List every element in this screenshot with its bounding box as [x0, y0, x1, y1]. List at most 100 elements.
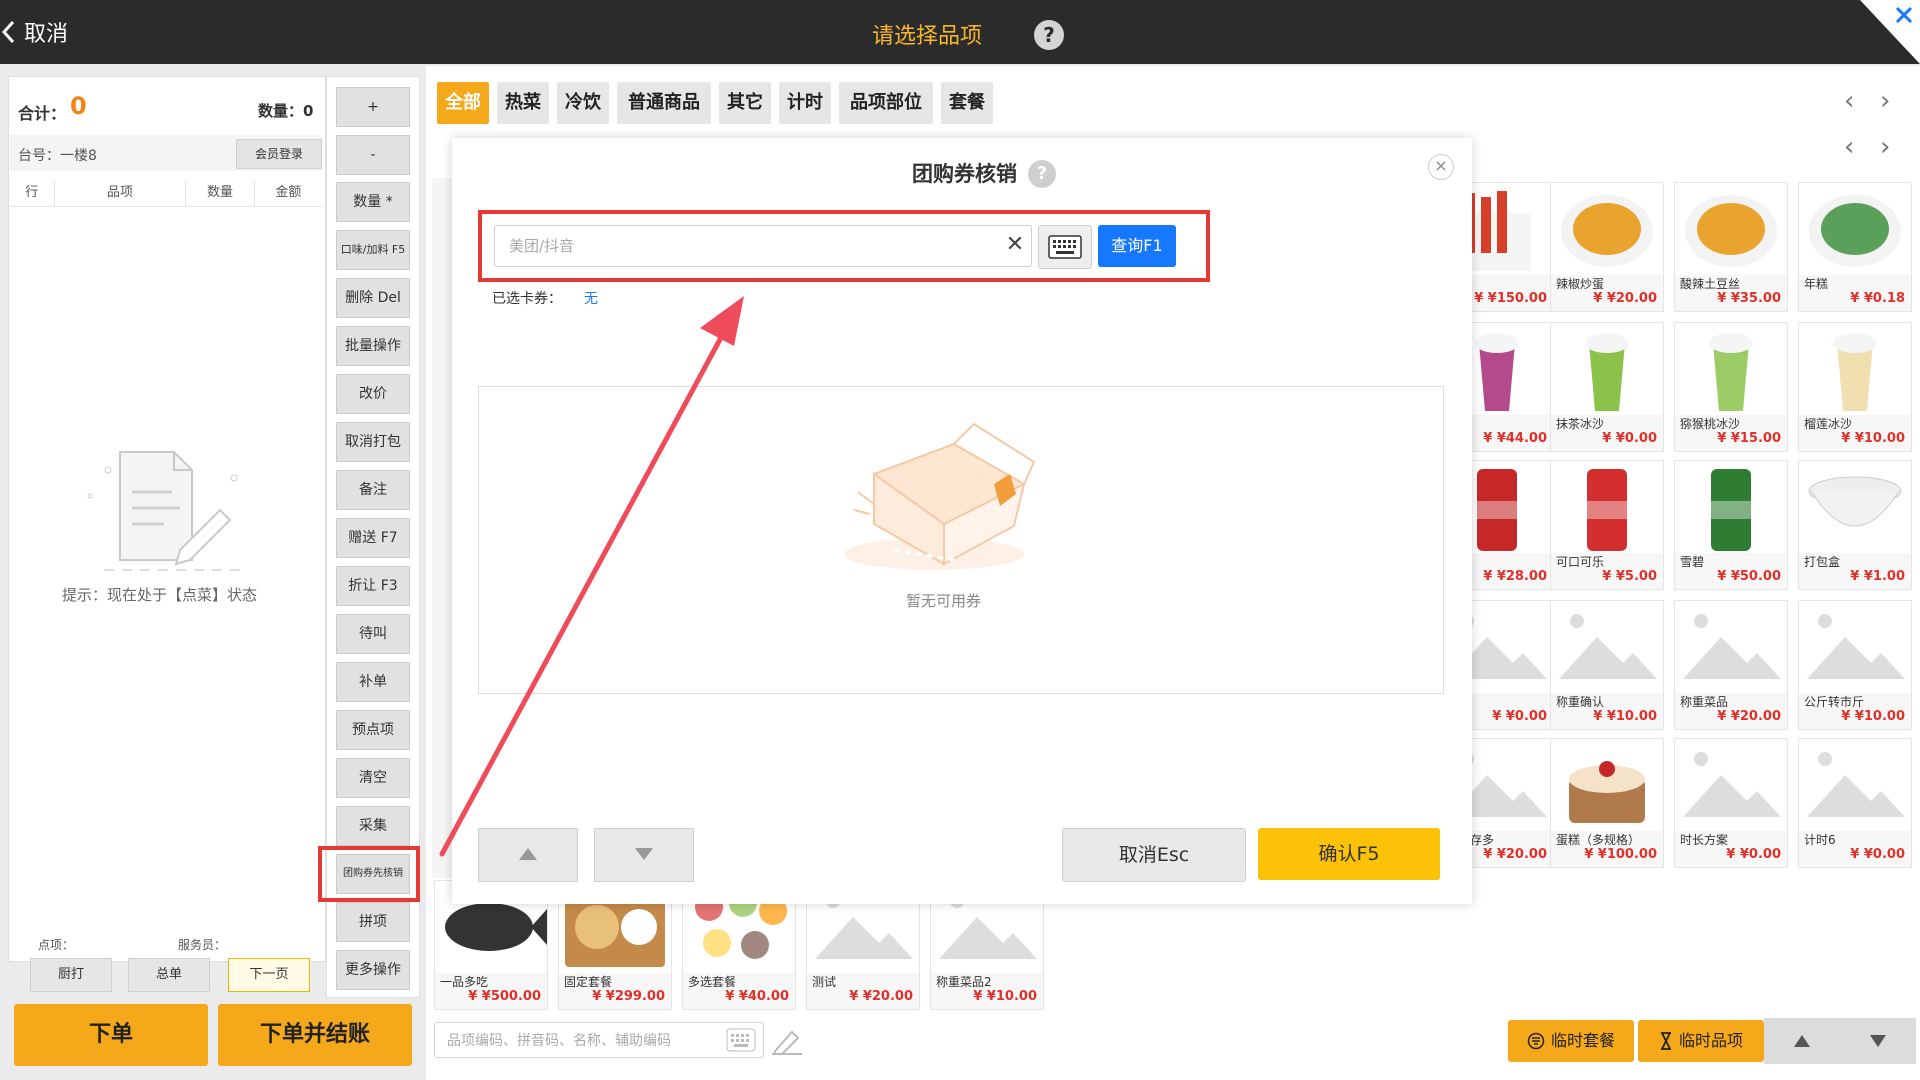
category-timing[interactable]: 计时 — [779, 82, 831, 124]
category-parts[interactable]: 品项部位 — [839, 82, 933, 124]
cancel-button[interactable]: 取消Esc — [1062, 828, 1246, 882]
change-price-button[interactable]: 改价 — [336, 374, 410, 414]
product-name: 固定套餐 — [564, 975, 613, 989]
next-page-icon[interactable]: › — [1880, 132, 1890, 162]
column-header: 金额 — [275, 185, 302, 200]
more-actions-button[interactable]: 更多操作 — [336, 950, 410, 990]
hourglass-icon — [1660, 1032, 1671, 1050]
total-value: 0 — [70, 92, 87, 120]
product-card[interactable]: 时长方案 ¥ ¥0.00 — [1674, 738, 1788, 868]
product-name: 可口可乐 — [1556, 555, 1605, 569]
temp-package-button[interactable]: 临时套餐 — [1508, 1020, 1634, 1062]
quantity-label: 数量：0 — [258, 102, 314, 120]
empty-document-icon — [87, 451, 244, 571]
product-card[interactable]: 可口可乐 ¥ ¥5.00 — [1550, 460, 1664, 590]
query-button[interactable]: 查询F1 — [1098, 225, 1176, 267]
preorder-button[interactable]: 预点项 — [336, 710, 410, 750]
category-all[interactable]: 全部 — [437, 82, 489, 124]
scroll-up-button[interactable] — [1764, 1018, 1840, 1064]
product-price: ¥ ¥10.00 — [1841, 431, 1905, 446]
submit-order-button[interactable]: 下单 — [14, 1004, 208, 1066]
close-icon[interactable] — [1860, 0, 1920, 64]
collect-button[interactable]: 采集 — [336, 806, 410, 846]
gift-button[interactable]: 赠送 F7 — [336, 518, 410, 558]
product-card[interactable]: 蛋糕（多规格） ¥ ¥100.00 — [1550, 738, 1664, 868]
quantity-button[interactable]: 数量 * — [336, 182, 410, 222]
product-card[interactable]: 年糕 ¥ ¥0.18 — [1798, 182, 1912, 312]
product-card[interactable]: 酸辣土豆丝 ¥ ¥35.00 — [1674, 182, 1788, 312]
image-placeholder-icon — [1675, 739, 1787, 831]
keyboard-button[interactable] — [1038, 225, 1092, 269]
kitchen-print-button[interactable]: 厨打 — [30, 958, 112, 992]
product-price: ¥ ¥20.00 — [849, 989, 913, 1004]
member-login-button[interactable]: 会员登录 — [236, 139, 322, 169]
product-name: 年糕 — [1804, 277, 1829, 291]
product-price: ¥ ¥35.00 — [1717, 291, 1781, 306]
product-price: ¥ ¥0.00 — [1850, 847, 1905, 862]
help-icon[interactable]: ? — [1034, 20, 1064, 50]
remark-button[interactable]: 备注 — [336, 470, 410, 510]
product-price: ¥ ¥20.00 — [1483, 847, 1547, 862]
waiter-label: 服务员： — [178, 938, 227, 952]
clear-button[interactable]: 清空 — [336, 758, 410, 798]
cancel-pack-button[interactable]: 取消打包 — [336, 422, 410, 462]
prev-category-icon[interactable]: ‹ — [1844, 86, 1854, 116]
temp-item-button[interactable]: 临时品项 — [1638, 1020, 1764, 1062]
product-card[interactable]: 雪碧 ¥ ¥50.00 — [1674, 460, 1788, 590]
product-card[interactable]: 抹茶冰沙 ¥ ¥0.00 — [1550, 322, 1664, 452]
coupon-code-input[interactable] — [494, 225, 1032, 267]
submit-and-pay-button[interactable]: 下单并结账 — [218, 1004, 412, 1066]
confirm-button[interactable]: 确认F5 — [1258, 828, 1440, 880]
product-card[interactable]: 称重确认 ¥ ¥10.00 — [1550, 600, 1664, 730]
product-card[interactable]: 公斤转市斤 ¥ ¥10.00 — [1798, 600, 1912, 730]
category-cold-drink[interactable]: 冷饮 — [557, 82, 609, 124]
product-card[interactable]: 计时6 ¥ ¥0.00 — [1798, 738, 1912, 868]
page-up-button[interactable] — [478, 828, 578, 882]
plus-button[interactable]: + — [336, 87, 410, 127]
product-card[interactable]: 榴莲冰沙 ¥ ¥10.00 — [1798, 322, 1912, 452]
category-package[interactable]: 套餐 — [941, 82, 993, 124]
prev-page-icon[interactable]: ‹ — [1844, 132, 1854, 162]
scroll-down-button[interactable] — [1840, 1018, 1916, 1064]
flavor-button[interactable]: 口味/加料 F5 — [336, 230, 410, 270]
product-image — [1675, 323, 1787, 415]
product-search-input[interactable]: 品项编码、拼音码、名称、辅助编码 — [434, 1022, 764, 1058]
supplement-button[interactable]: 补单 — [336, 662, 410, 702]
product-image — [1551, 323, 1663, 415]
handwriting-icon[interactable] — [770, 1026, 804, 1056]
product-card[interactable]: 辣椒炒蛋 ¥ ¥20.00 — [1550, 182, 1664, 312]
delete-button[interactable]: 删除 Del — [336, 278, 410, 318]
product-price: ¥ ¥10.00 — [973, 989, 1037, 1004]
discount-button[interactable]: 折让 F3 — [336, 566, 410, 606]
clear-input-icon[interactable]: ✕ — [1004, 234, 1026, 256]
hold-button[interactable]: 待叫 — [336, 614, 410, 654]
combine-button[interactable]: 拼项 — [336, 902, 410, 942]
category-hot[interactable]: 热菜 — [497, 82, 549, 124]
product-name: 打包盒 — [1804, 555, 1841, 569]
product-image — [1799, 461, 1911, 553]
minus-button[interactable]: - — [336, 135, 410, 175]
empty-tip: 提示：现在处于【点菜】状态 — [62, 586, 258, 604]
category-other[interactable]: 其它 — [719, 82, 771, 124]
product-card[interactable]: 称重菜品 ¥ ¥20.00 — [1674, 600, 1788, 730]
product-card[interactable]: 猕猴桃冰沙 ¥ ¥15.00 — [1674, 322, 1788, 452]
back-button[interactable]: 取消 — [0, 14, 68, 50]
dianxiang-label: 点项： — [38, 938, 75, 952]
help-icon[interactable]: ? — [1028, 160, 1056, 188]
next-category-icon[interactable]: › — [1880, 86, 1890, 116]
category-normal[interactable]: 普通商品 — [617, 82, 711, 124]
total-order-button[interactable]: 总单 — [128, 958, 210, 992]
product-card[interactable]: 打包盒 ¥ ¥1.00 — [1798, 460, 1912, 590]
package-icon — [1527, 1032, 1545, 1050]
next-page-button[interactable]: 下一页 — [228, 958, 310, 992]
product-price: ¥ ¥10.00 — [1841, 709, 1905, 724]
page-down-button[interactable] — [594, 828, 694, 882]
product-price: ¥ ¥0.00 — [1492, 709, 1547, 724]
keyboard-icon[interactable] — [726, 1028, 756, 1052]
product-price: ¥ ¥20.00 — [1593, 291, 1657, 306]
batch-button[interactable]: 批量操作 — [336, 326, 410, 366]
product-name: 测试 — [812, 975, 837, 989]
temp-package-label: 临时套餐 — [1550, 1031, 1615, 1050]
modal-close-icon[interactable]: × — [1428, 154, 1454, 180]
modal-title: 团购券核销 — [912, 162, 1017, 186]
